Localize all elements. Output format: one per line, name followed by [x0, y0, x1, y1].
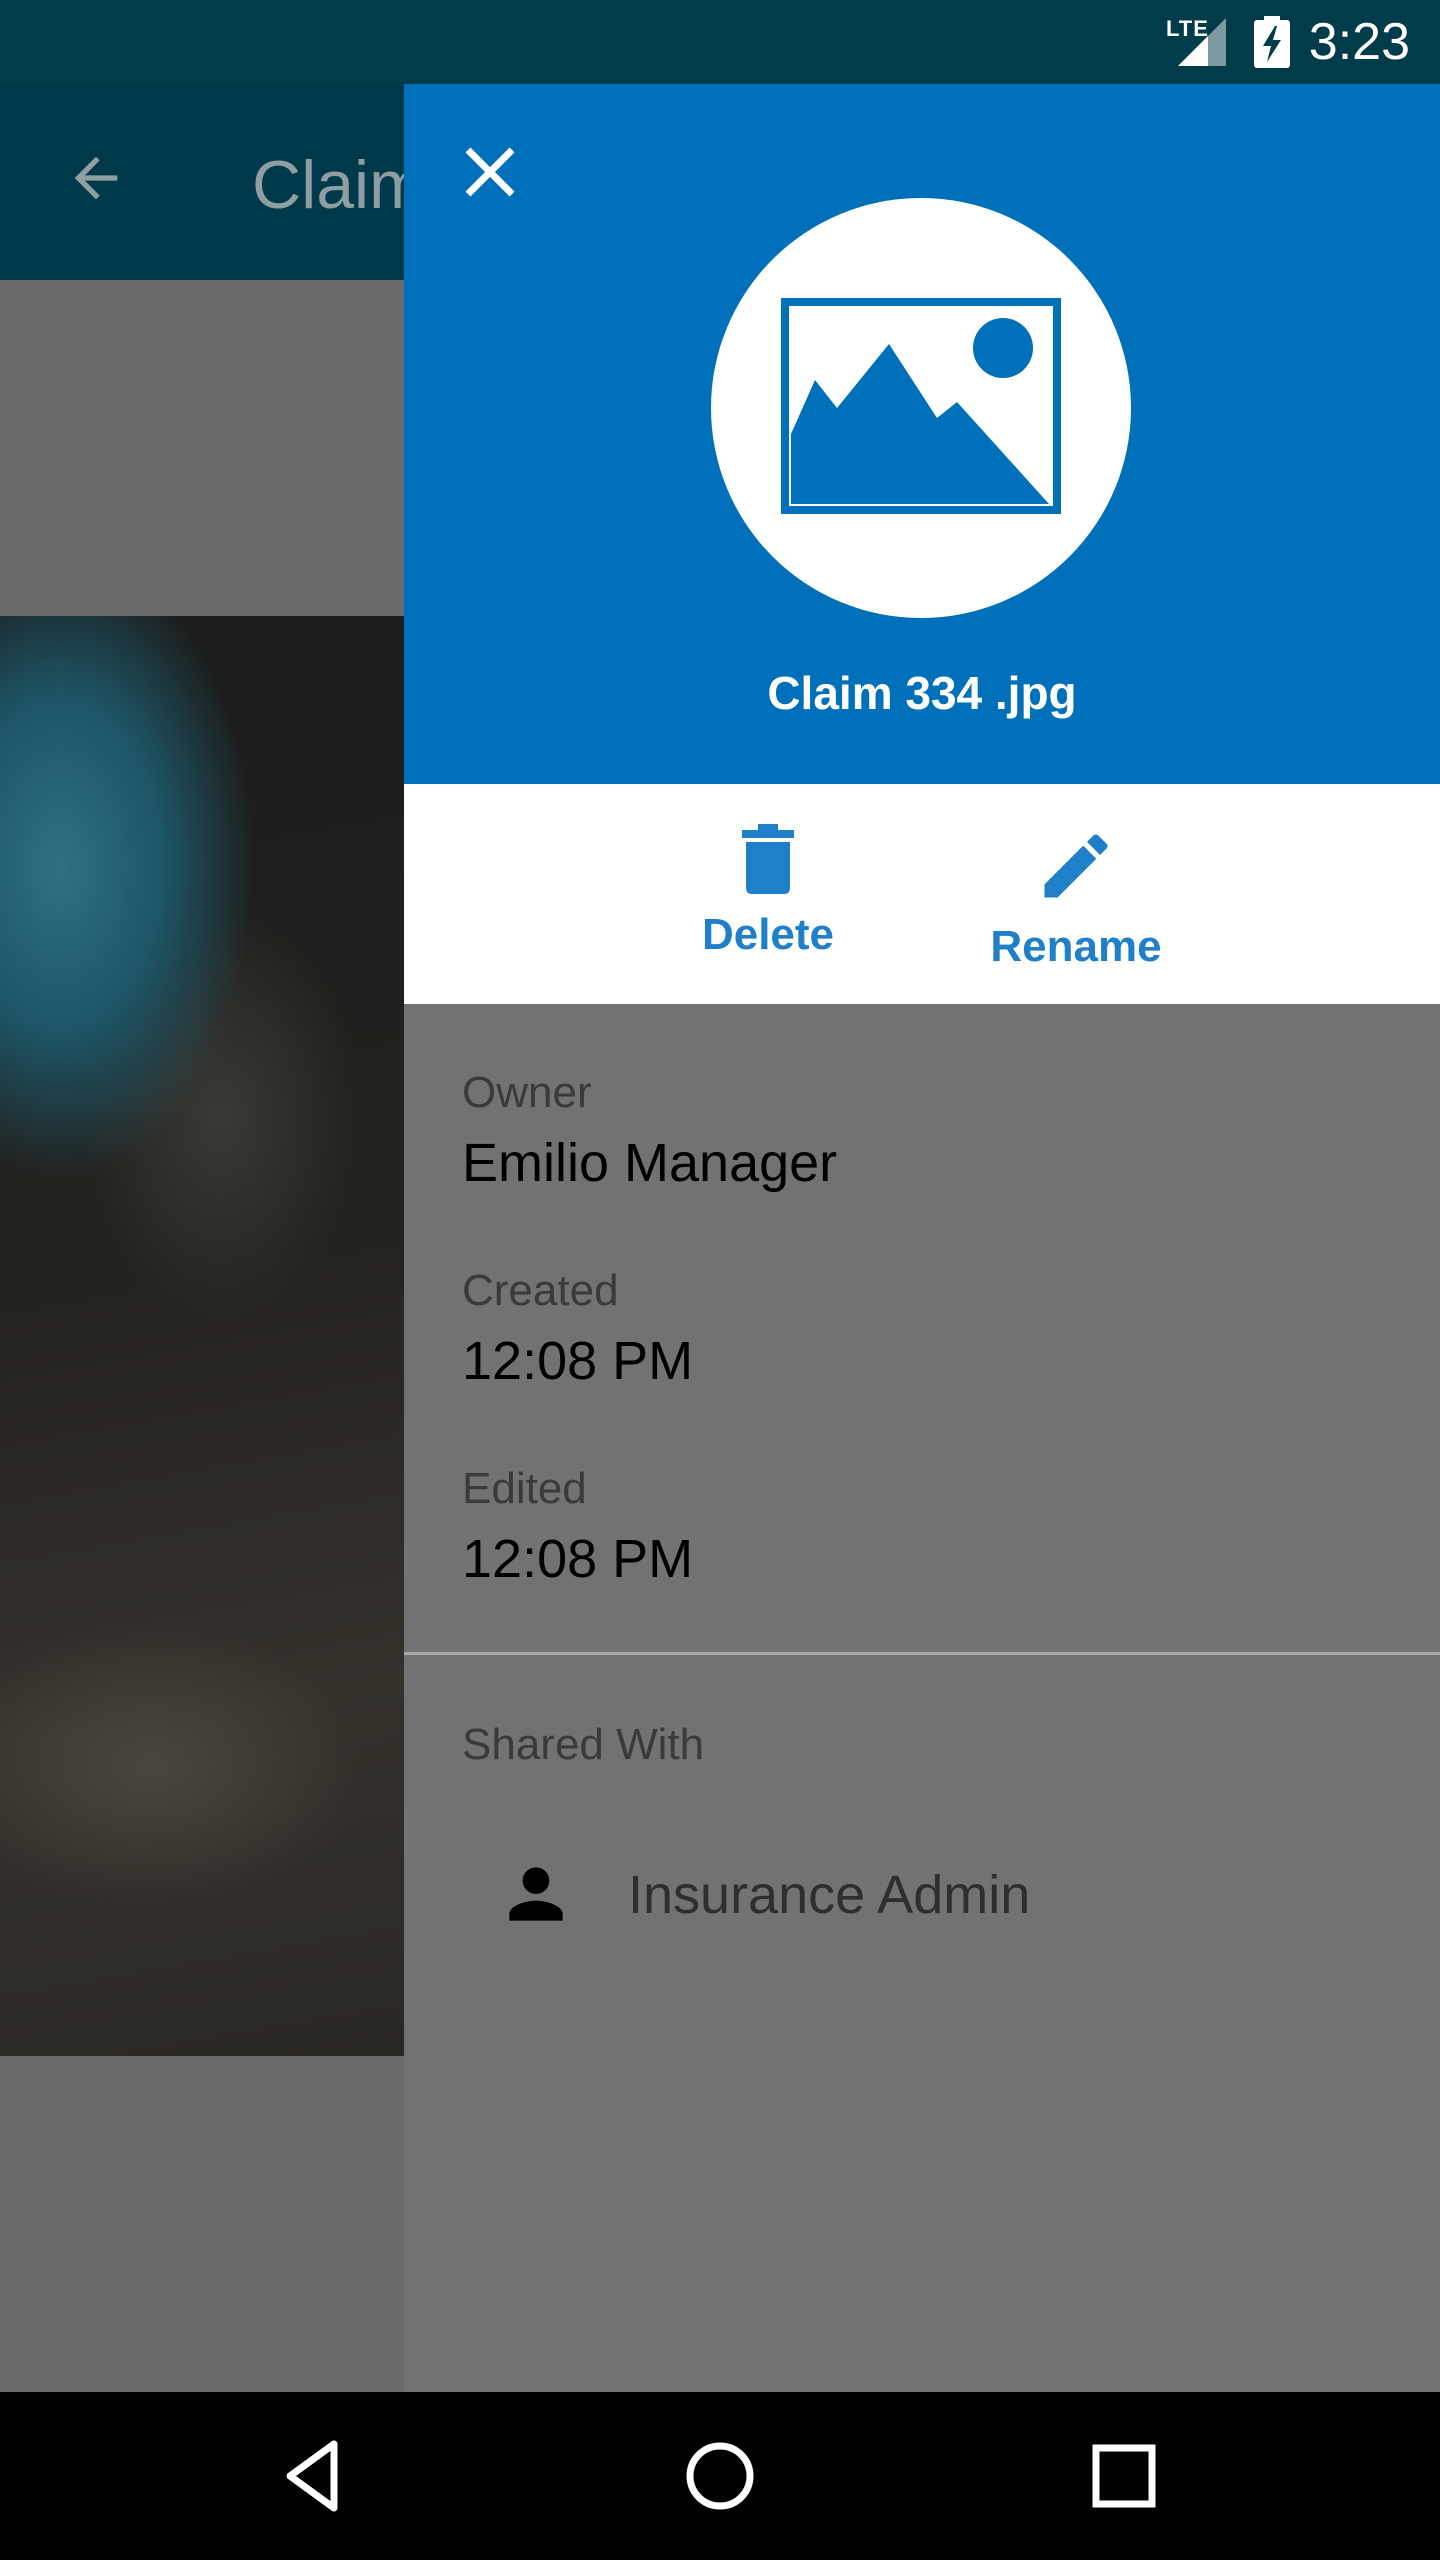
shared-user-name: Insurance Admin [628, 1865, 1031, 1925]
owner-value: Emilio Manager [462, 1133, 838, 1193]
created-label: Created [462, 1266, 619, 1315]
action-bar: Delete Rename [404, 784, 1440, 1004]
delete-button[interactable]: Delete [686, 784, 850, 1004]
rename-label: Rename [990, 922, 1162, 971]
edited-value: 12:08 PM [462, 1529, 694, 1589]
background-panel [0, 280, 404, 616]
rename-button[interactable]: Rename [976, 784, 1176, 1004]
file-details-drawer: Claim 334 .jpg Delete Rename Owner Emili… [404, 84, 1440, 2392]
arrow-back-icon [74, 156, 118, 200]
delete-label: Delete [701, 910, 835, 959]
background-photo [0, 616, 404, 2056]
drawer-header: Claim 334 .jpg [404, 84, 1440, 784]
file-name: Claim 334 .jpg [767, 667, 1077, 719]
status-bar: LTE 3:23 [0, 0, 1440, 84]
edited-section: Edited 12:08 PM [462, 1464, 693, 1590]
shared-user-row[interactable]: Insurance Admin [404, 1824, 1440, 1964]
trash-icon [742, 824, 794, 894]
recents-nav-icon[interactable] [1084, 2436, 1164, 2516]
shared-with-label: Shared With [462, 1720, 705, 1769]
signal-icon [1178, 18, 1226, 66]
created-section: Created 12:08 PM [462, 1266, 693, 1392]
status-time: 3:23 [1308, 13, 1410, 71]
created-value: 12:08 PM [462, 1331, 694, 1391]
battery-charging-icon [1254, 16, 1290, 68]
edited-label: Edited [462, 1464, 587, 1513]
pencil-icon [1044, 834, 1108, 898]
navigation-bar [0, 2392, 1440, 2560]
background-app: Claim [0, 84, 426, 2392]
background-toolbar: Claim [0, 84, 426, 280]
divider [404, 1652, 1440, 1655]
image-icon [781, 298, 1061, 514]
owner-section: Owner Emilio Manager [462, 1068, 837, 1194]
background-panel-bottom [0, 2056, 404, 2392]
back-nav-icon[interactable] [276, 2436, 356, 2516]
person-icon [509, 1867, 563, 1921]
home-nav-icon[interactable] [680, 2436, 760, 2516]
file-thumbnail [711, 198, 1131, 618]
close-icon[interactable] [448, 130, 532, 214]
owner-label: Owner [462, 1068, 592, 1117]
background-title: Claim [252, 147, 426, 223]
